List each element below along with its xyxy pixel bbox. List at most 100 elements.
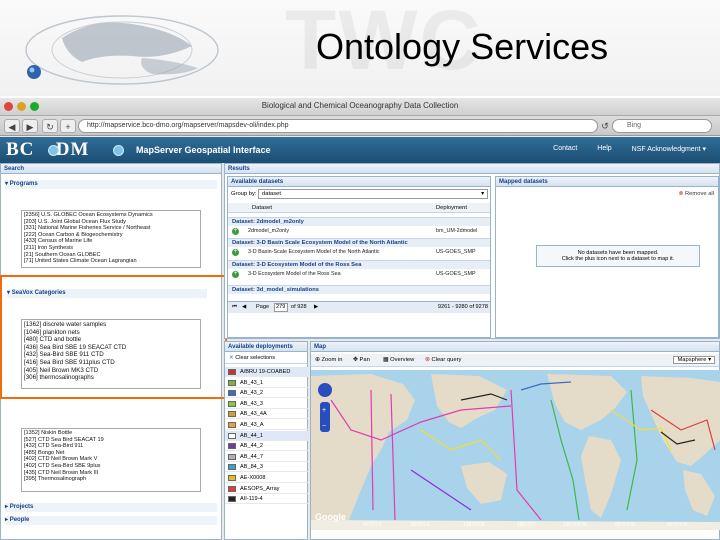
datasets-column-header: Dataset Deployment xyxy=(228,203,490,213)
deployment-item[interactable]: AII-119-4 xyxy=(225,494,309,505)
clear-query-button[interactable]: ⊗ Clear query xyxy=(425,357,461,363)
svg-text:+: + xyxy=(322,407,326,414)
longitude-label: 135°0'0"E xyxy=(463,522,485,528)
logo-globe-icon xyxy=(48,145,59,156)
deployment-item[interactable]: AB_43_3 xyxy=(225,399,309,409)
prev-page-icon[interactable]: ◀ xyxy=(242,304,246,310)
deployment-item[interactable]: AB_43_2 xyxy=(225,388,309,399)
overview-button[interactable]: ▦ Overview xyxy=(383,357,414,363)
dataset-row[interactable]: + 3-D Ecosystem Model of the Ross Sea US… xyxy=(228,270,490,279)
deployment-label: AII-119-4 xyxy=(240,496,263,503)
instruments-list[interactable]: [1352] Niskin Bottle [527] CTD Sea Bird … xyxy=(21,428,201,492)
available-datasets-panel: Available datasets Group by: dataset ▾ Da… xyxy=(227,176,491,338)
clear-query-icon: ⊗ xyxy=(425,357,430,363)
map-toolbar: ⊕ Zoom in ✥ Pan ▦ Overview ⊗ Clear query… xyxy=(311,354,719,367)
deployment-color-swatch xyxy=(228,422,236,428)
add-dataset-icon[interactable]: + xyxy=(232,271,239,278)
window-titlebar: Biological and Chemical Oceanography Dat… xyxy=(0,98,720,116)
dataset-group-header[interactable]: Dataset: 3-D Basin Scale Ecosystem Model… xyxy=(228,238,490,247)
page-count: of 928 xyxy=(291,304,307,310)
longitude-label: 135°0'0"W xyxy=(563,522,587,528)
deployment-item[interactable]: A/BRU 19-COABED xyxy=(225,367,309,377)
forward-button[interactable]: ▶ xyxy=(22,119,38,133)
deployment-color-swatch xyxy=(228,443,236,450)
dataset-row[interactable]: + 3-D Basin-Scale Ecosystem Model of the… xyxy=(228,248,490,257)
clear-icon: ✕ xyxy=(229,355,234,361)
app-name: MapServer Geospatial Interface xyxy=(136,145,271,155)
reload-button[interactable]: ↻ xyxy=(42,119,58,133)
dataset-row[interactable]: + 2dmodel_m2only bm_UM-2dmodel xyxy=(228,227,490,236)
deployment-item[interactable]: AB_44_1 xyxy=(225,430,309,441)
search-input[interactable]: Bing xyxy=(612,119,712,133)
mapped-datasets-title: Mapped datasets xyxy=(496,177,718,187)
remove-all-button[interactable]: ⊗ Remove all xyxy=(679,191,714,197)
available-datasets-title: Available datasets xyxy=(228,177,490,187)
add-tab-button[interactable]: + xyxy=(60,119,76,133)
help-link[interactable]: Help xyxy=(597,145,611,153)
deployment-color-swatch xyxy=(228,485,236,492)
nsf-acknowledgment-link[interactable]: NSF Acknowledgment ▾ xyxy=(632,145,706,153)
basemap-select[interactable]: Mapsphere ▾ xyxy=(673,356,715,364)
dataset-group-header[interactable]: Dataset: 2dmodel_m2only xyxy=(228,217,490,226)
zoom-in-button[interactable]: ⊕ Zoom in xyxy=(315,357,342,363)
first-page-icon[interactable]: ⏮ xyxy=(232,304,237,311)
deployment-color-swatch xyxy=(228,400,236,407)
dataset-group-header[interactable]: Dataset: 3-D Ecosystem Model of the Ross… xyxy=(228,260,490,269)
contact-link[interactable]: Contact xyxy=(553,145,577,153)
deployment-item[interactable]: AB_43_4A xyxy=(225,409,309,420)
mapped-datasets-panel: Mapped datasets ⊗ Remove all No datasets… xyxy=(495,176,719,338)
map-title: Map xyxy=(311,342,719,352)
people-header[interactable]: ▸ People xyxy=(5,516,217,525)
group-by-select[interactable]: dataset ▾ xyxy=(258,189,488,199)
map-canvas[interactable]: + − Google xyxy=(311,370,720,530)
deployment-item[interactable]: AE-X0008 xyxy=(225,473,309,483)
deployment-item[interactable]: AESOPS_Array xyxy=(225,484,309,494)
clear-selections-button[interactable]: ✕ Clear selections xyxy=(225,354,307,364)
longitude-label: 45°0'0"E xyxy=(363,522,383,528)
deployment-label: AESOPS_Array xyxy=(240,485,280,492)
deployment-color-swatch xyxy=(228,432,236,439)
group-by-label: Group by: xyxy=(231,191,257,197)
app-header: BC -DM MapServer Geospatial Interface Con… xyxy=(0,137,720,163)
results-panel-title: Results xyxy=(225,164,719,174)
pager-info: 9261 - 9280 of 9278 xyxy=(437,304,488,310)
rss-icon[interactable]: ↺ xyxy=(600,119,610,133)
add-dataset-icon[interactable]: + xyxy=(232,228,239,235)
remove-icon: ⊗ xyxy=(678,191,684,197)
url-bar[interactable]: http://mapservice.bco-dmo.org/mapserver/… xyxy=(78,119,598,133)
pan-button[interactable]: ✥ Pan xyxy=(353,357,370,363)
deployment-color-swatch xyxy=(228,496,236,503)
deployment-label: A/BRU 19-COABED xyxy=(240,369,291,375)
search-panel-title: Search xyxy=(1,164,221,174)
longitude-label: 180°0'0" xyxy=(517,522,536,528)
globe-logo-icon xyxy=(25,15,219,85)
deployment-item[interactable]: AB_44_7 xyxy=(225,452,309,462)
deployment-item[interactable]: AB_43_1 xyxy=(225,378,309,388)
window-title: Biological and Chemical Oceanography Dat… xyxy=(261,101,459,110)
page-input[interactable]: 279 xyxy=(274,303,288,312)
logo-globe-icon-2 xyxy=(113,145,124,156)
deployment-label: AB_84_3 xyxy=(240,464,264,471)
projects-header[interactable]: ▸ Projects xyxy=(5,503,217,512)
dataset-group-header[interactable]: Dataset: 3d_model_simulations xyxy=(228,285,490,294)
next-page-icon[interactable]: ▶ xyxy=(314,304,318,310)
deployment-item[interactable]: AB_44_2 xyxy=(225,441,309,452)
deployment-item[interactable]: AB_84_3 xyxy=(225,462,309,473)
back-button[interactable]: ◀ xyxy=(4,119,20,133)
deployment-color-swatch xyxy=(228,464,236,471)
dataset-column[interactable]: Dataset xyxy=(252,205,272,211)
programs-header[interactable]: ▾ Programs xyxy=(5,180,217,189)
slide-header: TWC Ontology Services xyxy=(0,0,720,96)
add-dataset-icon[interactable]: + xyxy=(232,249,239,256)
highlight-box xyxy=(0,275,227,399)
deployment-column[interactable]: Deployment xyxy=(436,205,467,211)
world-map[interactable]: + − Google 45°0'0"E 90°0'0"E 135°0'0"E 1… xyxy=(311,370,720,530)
deployment-item[interactable]: AB_43_A xyxy=(225,420,309,430)
browser-toolbar: ◀ ▶ ↻ + http://mapservice.bco-dmo.org/ma… xyxy=(0,116,720,136)
deployment-color-swatch xyxy=(228,369,236,375)
overview-icon: ▦ xyxy=(383,357,389,363)
deployment-label: AB_43_1 xyxy=(240,379,264,386)
longitude-label: 90°0'0"E xyxy=(411,522,431,528)
deployment-label: AB_44_7 xyxy=(240,453,264,460)
programs-list[interactable]: [2356] U.S. GLOBEC Ocean Ecosystems Dyna… xyxy=(21,210,201,268)
